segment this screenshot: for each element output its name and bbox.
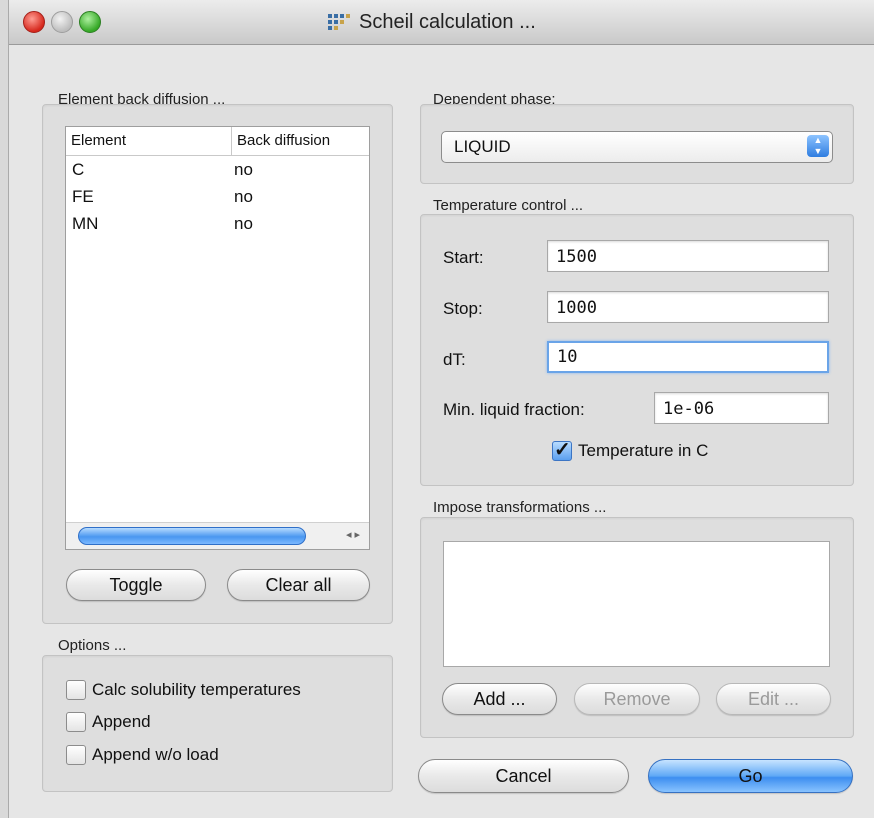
scroll-arrows-icon[interactable]: ◂▸ <box>346 528 363 541</box>
temperature-in-c-checkbox[interactable] <box>552 437 572 462</box>
dependent-phase-select[interactable]: LIQUID ▲ ▼ <box>441 131 833 163</box>
calc-solubility-option[interactable]: Calc solubility temperatures <box>66 680 301 700</box>
table-header: Element Back diffusion <box>66 127 369 156</box>
start-field[interactable]: 1500 <box>547 240 829 272</box>
column-header-element[interactable]: Element <box>66 127 232 155</box>
table-row[interactable]: C no <box>66 156 369 183</box>
cell-element: MN <box>72 214 99 233</box>
min-liquid-fraction-label: Min. liquid fraction: <box>443 400 585 419</box>
calc-solubility-label: Calc solubility temperatures <box>92 680 301 699</box>
close-window-icon[interactable] <box>23 11 45 33</box>
toggle-button[interactable]: Toggle <box>66 569 206 601</box>
append-wo-load-label: Append w/o load <box>92 745 219 764</box>
append-checkbox[interactable] <box>66 712 86 732</box>
select-arrows-icon: ▲ ▼ <box>807 135 829 157</box>
clear-all-button[interactable]: Clear all <box>227 569 370 601</box>
cell-back-diffusion: no <box>234 214 253 233</box>
cell-back-diffusion: no <box>234 187 253 206</box>
append-wo-load-option[interactable]: Append w/o load <box>66 745 219 765</box>
back-diffusion-table[interactable]: Element Back diffusion C no FE no MN no … <box>65 126 370 550</box>
temperature-in-c-label: Temperature in C <box>578 441 709 460</box>
temperature-in-c-option[interactable]: Temperature in C <box>552 437 709 462</box>
append-label: Append <box>92 712 151 731</box>
options-group-label: Options ... <box>58 637 127 654</box>
min-liquid-fraction-field[interactable]: 1e-06 <box>654 392 829 424</box>
stop-field[interactable]: 1000 <box>547 291 829 323</box>
table-row[interactable]: MN no <box>66 210 369 237</box>
table-row[interactable]: FE no <box>66 183 369 210</box>
minimize-window-icon[interactable] <box>51 11 73 33</box>
zoom-window-icon[interactable] <box>79 11 101 33</box>
go-button[interactable]: Go <box>648 759 853 793</box>
dependent-phase-value: LIQUID <box>454 137 511 156</box>
cell-element: C <box>72 160 85 179</box>
start-label: Start: <box>443 248 484 267</box>
remove-transformation-button[interactable]: Remove <box>574 683 700 715</box>
column-header-back-diffusion[interactable]: Back diffusion <box>232 127 330 155</box>
window-title: Scheil calculation ... <box>359 10 536 33</box>
calc-solubility-checkbox[interactable] <box>66 680 86 700</box>
cell-element: FE <box>72 187 94 206</box>
temperature-group-label: Temperature control ... <box>433 197 584 214</box>
cell-back-diffusion: no <box>234 160 253 179</box>
cancel-button[interactable]: Cancel <box>418 759 629 793</box>
transformations-group-label: Impose transformations ... <box>433 499 607 516</box>
append-option[interactable]: Append <box>66 712 151 732</box>
append-wo-load-checkbox[interactable] <box>66 745 86 765</box>
transformations-list[interactable] <box>443 541 830 667</box>
app-icon <box>328 14 350 30</box>
dt-field[interactable]: 10 <box>547 341 829 373</box>
add-transformation-button[interactable]: Add ... <box>442 683 557 715</box>
stop-label: Stop: <box>443 299 483 318</box>
scrollbar-thumb[interactable] <box>78 527 306 545</box>
title-bar: Scheil calculation ... <box>9 0 874 45</box>
dt-label: dT: <box>443 350 466 369</box>
edit-transformation-button[interactable]: Edit ... <box>716 683 831 715</box>
horizontal-scrollbar[interactable]: ◂▸ <box>66 522 369 549</box>
